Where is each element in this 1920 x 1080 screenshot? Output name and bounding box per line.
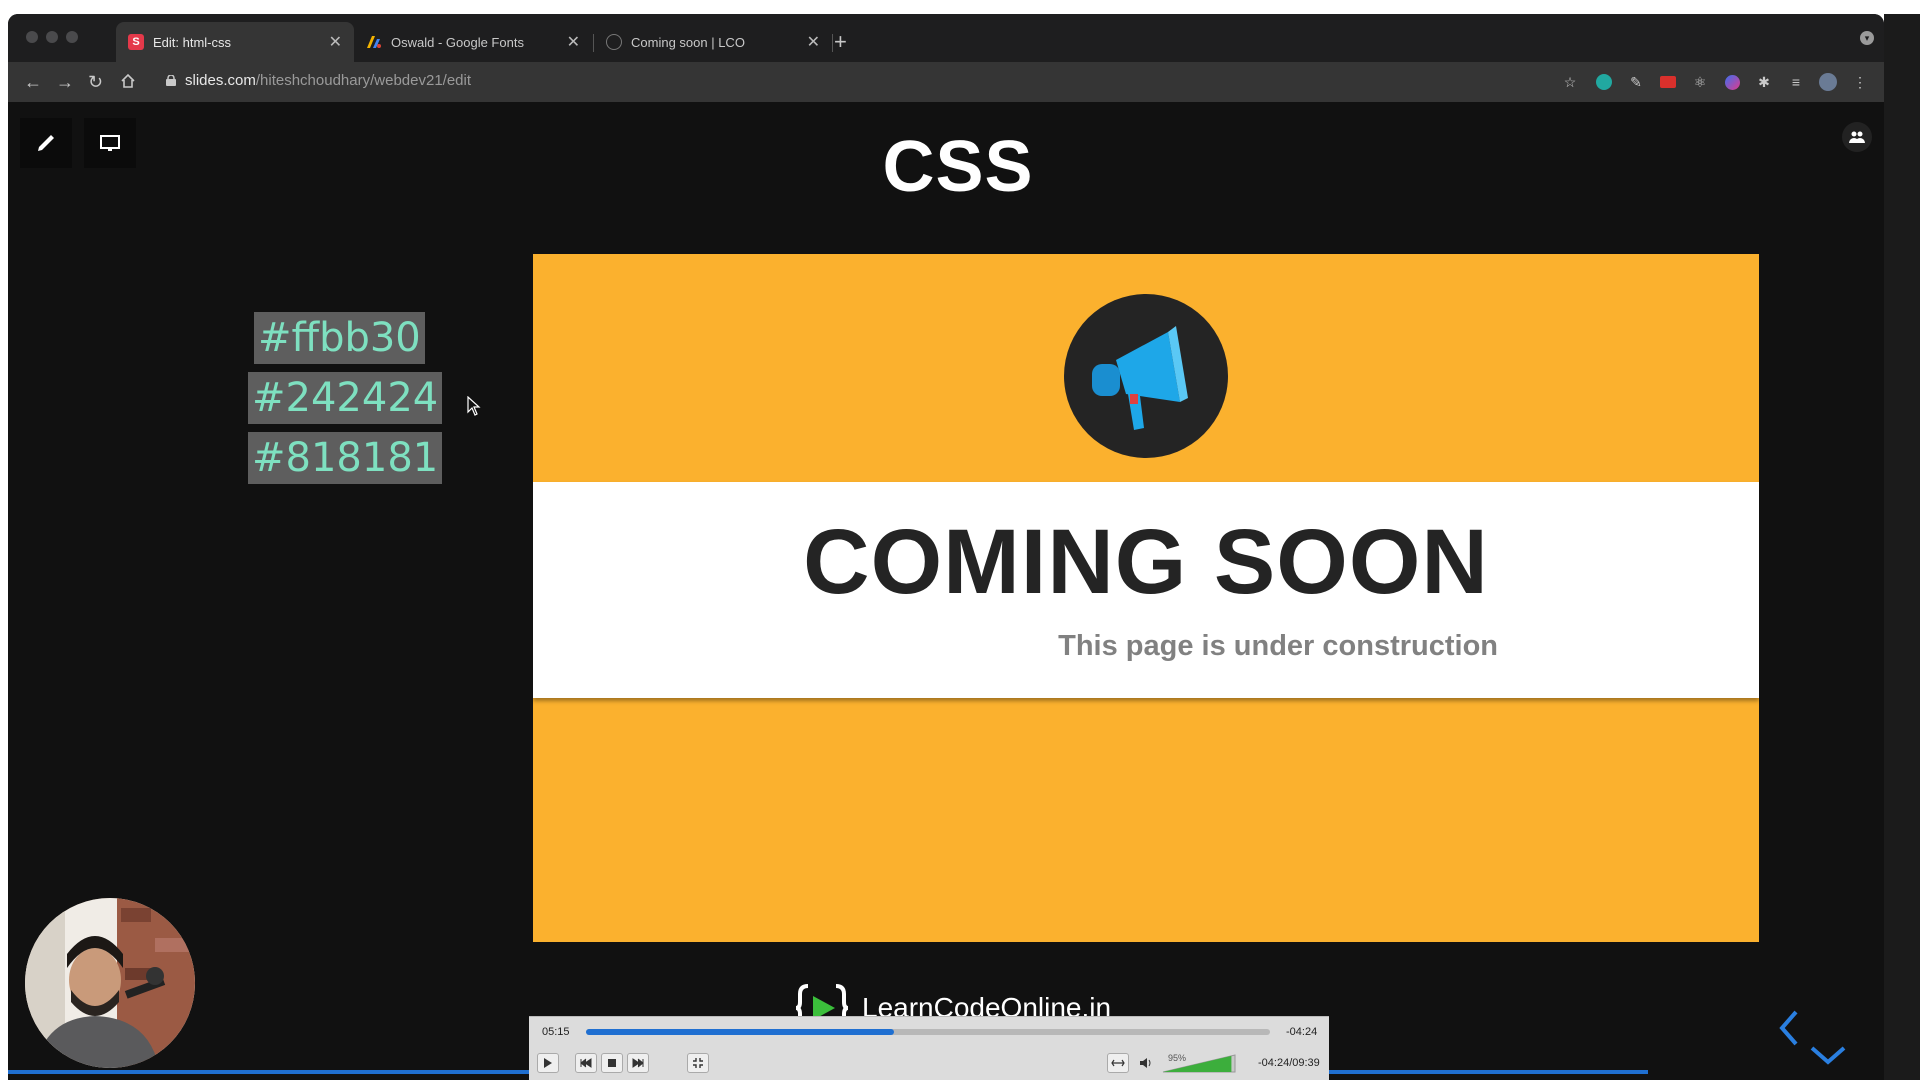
remaining-time: -04:24 (1286, 1026, 1318, 1038)
address-bar[interactable]: slides.com/hiteshchoudhary/webdev21/edit (185, 72, 471, 89)
puzzle-icon[interactable]: ✱ (1754, 72, 1774, 92)
webcam-overlay (25, 898, 195, 1068)
coming-soon-subheading: This page is under construction (1058, 630, 1498, 662)
browser-toolbar: ← → ↻ slides.com/hiteshchoudhary/webdev2… (8, 62, 1884, 102)
coming-soon-heading: COMING SOON (803, 511, 1489, 613)
minimize-window-button[interactable] (46, 31, 58, 43)
previous-slide-arrow-icon[interactable] (1776, 1008, 1802, 1048)
time-remaining-total: -04:24/09:39 (1258, 1057, 1320, 1069)
pen-tool-icon[interactable] (20, 118, 72, 168)
video-player-controls: 05:15 -04:24 95% -04:24/09:39 (529, 1016, 1329, 1080)
collaborators-icon[interactable] (1842, 122, 1872, 152)
color-code-text[interactable]: #ffbb30 (254, 312, 425, 364)
close-tab-icon[interactable]: ✕ (807, 32, 820, 52)
seek-bar-fill (586, 1029, 894, 1035)
seek-bar[interactable] (586, 1029, 1270, 1035)
tab-edit-html-css[interactable]: S Edit: html-css ✕ (116, 22, 354, 62)
mouse-cursor-icon (467, 396, 481, 416)
volume-percent: 95% (1168, 1053, 1187, 1063)
extension-react-icon[interactable]: ⚛ (1690, 72, 1710, 92)
slides-editor: CSS #ffbb30 #242424 #818181 COMING SOON … (8, 102, 1884, 1080)
tab-divider (832, 34, 833, 52)
next-slide-down-arrow-icon[interactable] (1808, 1042, 1848, 1068)
bookmark-star-icon[interactable]: ☆ (1560, 72, 1580, 92)
extension-m-icon[interactable] (1594, 72, 1614, 92)
zoom-window-button[interactable] (66, 31, 78, 43)
reload-icon[interactable]: ↻ (88, 70, 103, 94)
tab-title: Edit: html-css (153, 34, 232, 50)
tab-title: Coming soon | LCO (631, 34, 745, 50)
elapsed-time: 05:15 (542, 1026, 570, 1038)
close-tab-icon[interactable]: ✕ (567, 32, 580, 52)
side-panel-edge (1884, 14, 1920, 1080)
back-arrow-icon[interactable]: ← (24, 70, 42, 94)
close-tab-icon[interactable]: ✕ (329, 32, 342, 52)
megaphone-icon (1064, 294, 1228, 458)
google-fonts-icon (366, 34, 382, 50)
extension-pen-icon[interactable]: ✎ (1626, 72, 1646, 92)
fullscreen-toggle-icon[interactable] (687, 1053, 709, 1073)
home-icon[interactable] (120, 71, 136, 95)
tab-search-icon[interactable]: ▾ (1860, 31, 1874, 45)
tab-title: Oswald - Google Fonts (391, 34, 524, 50)
globe-icon (606, 34, 622, 50)
slides-favicon-icon: S (128, 34, 144, 50)
browser-window: S Edit: html-css ✕ Oswald - Google Fonts… (8, 14, 1884, 1080)
lock-icon[interactable] (166, 75, 176, 86)
coming-soon-image[interactable]: COMING SOON This page is under construct… (533, 254, 1759, 942)
loop-icon[interactable] (1107, 1053, 1129, 1073)
slide-title[interactable]: CSS (768, 126, 1148, 208)
present-icon[interactable] (84, 118, 136, 168)
close-window-button[interactable] (26, 31, 38, 43)
new-tab-button[interactable]: + (834, 28, 847, 56)
speaker-icon[interactable] (1139, 1057, 1153, 1069)
url-path: /hiteshchoudhary/webdev21/edit (255, 72, 472, 89)
reading-list-icon[interactable]: ≡ (1786, 72, 1806, 92)
coming-soon-banner: COMING SOON This page is under construct… (533, 482, 1759, 698)
forward-arrow-icon[interactable]: → (56, 70, 74, 94)
url-domain: slides.com (185, 72, 256, 89)
color-code-text[interactable]: #818181 (248, 432, 443, 484)
tab-oswald-google-fonts[interactable]: Oswald - Google Fonts ✕ (354, 22, 592, 62)
more-menu-icon[interactable]: ⋮ (1850, 72, 1870, 92)
extension-color-icon[interactable] (1722, 72, 1742, 92)
color-code-text[interactable]: #242424 (248, 372, 443, 424)
tab-strip: S Edit: html-css ✕ Oswald - Google Fonts… (8, 14, 1884, 62)
profile-avatar-icon[interactable] (1818, 72, 1838, 92)
stop-button[interactable] (601, 1053, 623, 1073)
skip-back-button[interactable] (575, 1053, 597, 1073)
tab-coming-soon-lco[interactable]: Coming soon | LCO ✕ (594, 22, 832, 62)
extension-red-icon[interactable] (1658, 72, 1678, 92)
play-button[interactable] (537, 1053, 559, 1073)
skip-forward-button[interactable] (627, 1053, 649, 1073)
